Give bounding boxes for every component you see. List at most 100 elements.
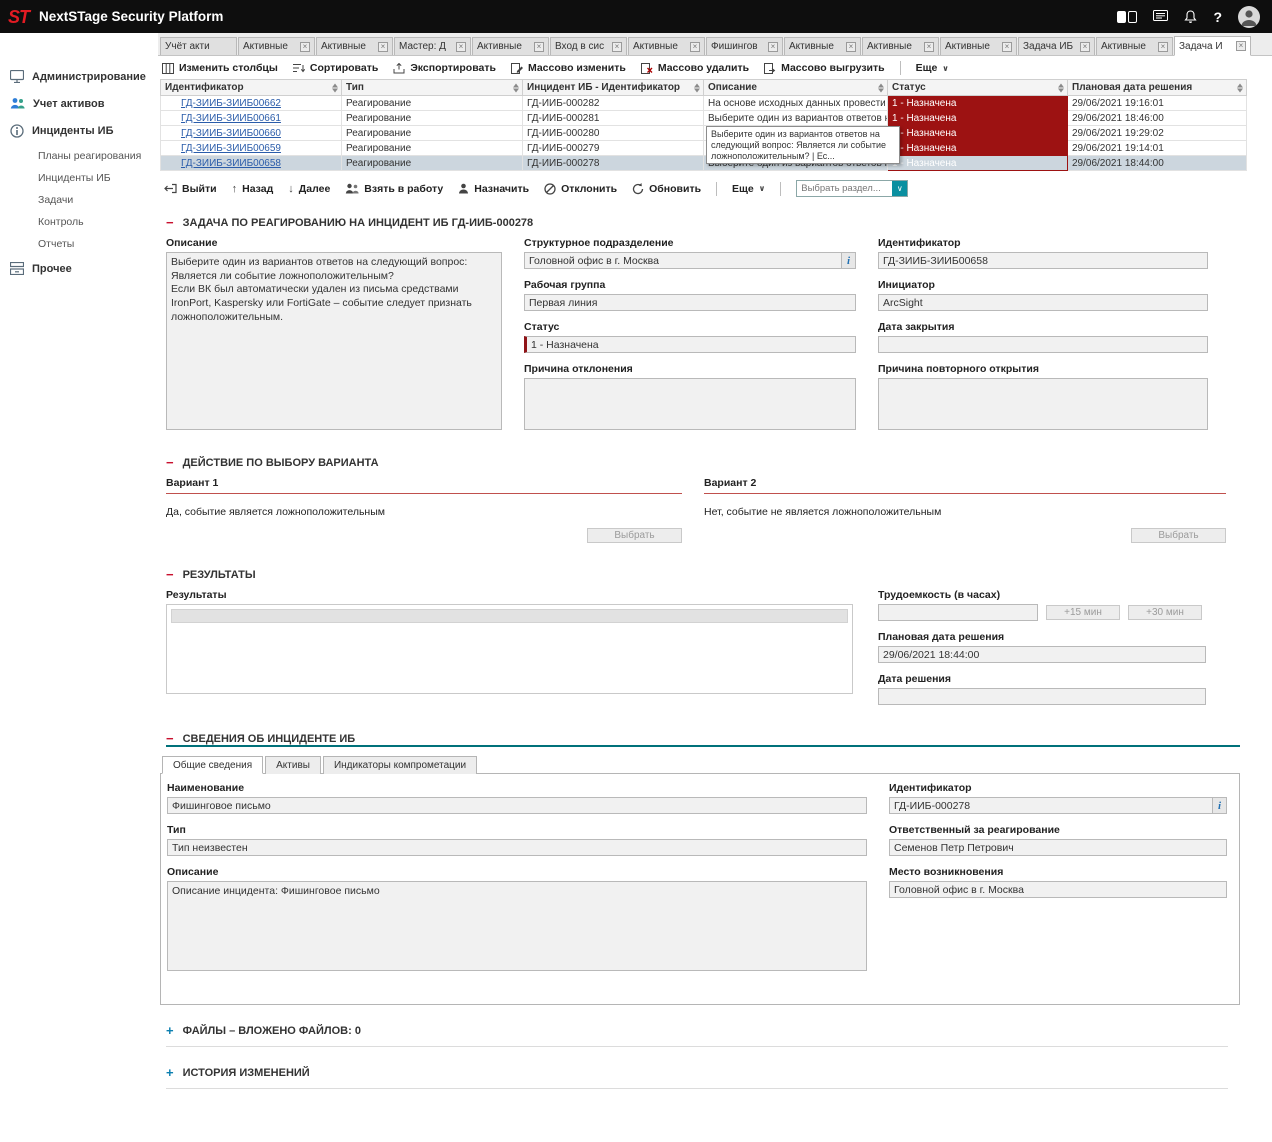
sidebar-item-administration[interactable]: Администрирование bbox=[0, 63, 158, 90]
incident-responsible-field[interactable] bbox=[889, 839, 1227, 856]
sort-arrows-icon[interactable] bbox=[332, 83, 338, 92]
column-header-incident[interactable]: Инцидент ИБ - Идентификатор bbox=[523, 80, 704, 96]
incident-id-field[interactable] bbox=[889, 797, 1227, 814]
task-id-field[interactable] bbox=[878, 252, 1208, 269]
planned-date-field[interactable] bbox=[878, 646, 1206, 663]
notifications-bell-icon[interactable] bbox=[1184, 10, 1197, 24]
take-to-work-button[interactable]: Взять в работу bbox=[345, 183, 443, 195]
unit-field[interactable] bbox=[524, 252, 856, 269]
sidebar-item-other[interactable]: Прочее bbox=[0, 255, 158, 282]
close-icon[interactable]: × bbox=[300, 42, 310, 52]
sidebar-item-tasks[interactable]: Задачи bbox=[0, 189, 158, 211]
bulk-delete-button[interactable]: Массово удалить bbox=[641, 62, 749, 74]
tab-assets[interactable]: Активы bbox=[265, 756, 321, 774]
close-icon[interactable]: × bbox=[612, 42, 622, 52]
table-row[interactable]: ГД-ЗИИБ-ЗИИБ00659 Реагирование ГД-ИИБ-00… bbox=[161, 141, 1247, 156]
task-description-field[interactable]: Выберите один из вариантов ответов на сл… bbox=[166, 252, 502, 430]
task-id-link[interactable]: ГД-ЗИИБ-ЗИИБ00662 bbox=[181, 98, 281, 109]
close-icon[interactable]: × bbox=[1080, 42, 1090, 52]
sort-arrows-icon[interactable] bbox=[694, 83, 700, 92]
incident-section-header[interactable]: − СВЕДЕНИЯ ОБ ИНЦИДЕНТЕ ИБ bbox=[166, 733, 1228, 745]
info-icon[interactable]: i bbox=[841, 253, 855, 268]
section-select[interactable]: Выбрать раздел... ∨ bbox=[796, 180, 908, 197]
results-editor[interactable] bbox=[166, 604, 853, 694]
collapse-plus-icon[interactable]: + bbox=[166, 1026, 174, 1036]
sort-arrows-icon[interactable] bbox=[1237, 83, 1243, 92]
initiator-field[interactable] bbox=[878, 294, 1208, 311]
collapse-minus-icon[interactable]: − bbox=[166, 218, 174, 228]
bulk-edit-button[interactable]: Массово изменить bbox=[511, 62, 626, 74]
close-icon[interactable]: × bbox=[690, 42, 700, 52]
variants-section-header[interactable]: − ДЕЙСТВИЕ ПО ВЫБОРУ ВАРИАНТА bbox=[166, 457, 1228, 469]
task-id-link[interactable]: ГД-ЗИИБ-ЗИИБ00659 bbox=[181, 143, 281, 154]
sort-arrows-icon[interactable] bbox=[878, 83, 884, 92]
tab-aktivnye-8[interactable]: Активные× bbox=[1096, 37, 1173, 55]
edit-columns-button[interactable]: Изменить столбцы bbox=[162, 62, 278, 74]
sort-arrows-icon[interactable] bbox=[1058, 83, 1064, 92]
tab-general-info[interactable]: Общие сведения bbox=[162, 756, 263, 774]
more-button[interactable]: Еще ∨ bbox=[916, 62, 949, 74]
table-row-selected[interactable]: ГД-ЗИИБ-ЗИИБ00658 Реагирование ГД-ИИБ-00… bbox=[161, 156, 1247, 171]
sidebar-item-incidents-list[interactable]: Инциденты ИБ bbox=[0, 167, 158, 189]
tab-indicators[interactable]: Индикаторы компрометации bbox=[323, 756, 477, 774]
incident-type-field[interactable] bbox=[167, 839, 867, 856]
close-icon[interactable]: × bbox=[1158, 42, 1168, 52]
add-30-min-button[interactable]: +30 мин bbox=[1128, 605, 1202, 620]
help-icon[interactable]: ? bbox=[1213, 9, 1222, 25]
close-icon[interactable]: × bbox=[456, 42, 466, 52]
table-row[interactable]: ГД-ЗИИБ-ЗИИБ00660 Реагирование ГД-ИИБ-00… bbox=[161, 126, 1247, 141]
collapse-minus-icon[interactable]: − bbox=[166, 458, 174, 468]
tab-ucht-aktivov[interactable]: Учёт акти bbox=[160, 37, 237, 55]
collapse-minus-icon[interactable]: − bbox=[166, 570, 174, 580]
close-icon[interactable]: × bbox=[846, 42, 856, 52]
task-id-link[interactable]: ГД-ЗИИБ-ЗИИБ00658 bbox=[181, 158, 281, 169]
close-icon[interactable]: × bbox=[768, 42, 778, 52]
sidebar-item-reports[interactable]: Отчеты bbox=[0, 233, 158, 255]
files-section-header[interactable]: + ФАЙЛЫ – ВЛОЖЕНО ФАЙЛОВ: 0 bbox=[166, 1025, 1228, 1047]
export-button[interactable]: Экспортировать bbox=[393, 62, 496, 74]
tab-aktivnye-3[interactable]: Активные× bbox=[472, 37, 549, 55]
sidebar-item-assets[interactable]: Учет активов bbox=[0, 90, 158, 117]
tab-aktivnye-6[interactable]: Активные× bbox=[862, 37, 939, 55]
incident-name-field[interactable] bbox=[167, 797, 867, 814]
refresh-button[interactable]: Обновить bbox=[632, 183, 701, 195]
collapse-minus-icon[interactable]: − bbox=[166, 734, 174, 744]
layout-toggle-icon[interactable] bbox=[1117, 11, 1137, 23]
column-header-due[interactable]: Плановая дата решения bbox=[1068, 80, 1247, 96]
column-header-id[interactable]: Идентификатор bbox=[161, 80, 342, 96]
table-row[interactable]: ГД-ЗИИБ-ЗИИБ00661 Реагирование ГД-ИИБ-00… bbox=[161, 111, 1247, 126]
decision-date-field[interactable] bbox=[878, 688, 1206, 705]
sidebar-item-incidents[interactable]: Инциденты ИБ bbox=[0, 117, 158, 145]
incident-location-field[interactable] bbox=[889, 881, 1227, 898]
tab-master[interactable]: Мастер: Д× bbox=[394, 37, 471, 55]
history-section-header[interactable]: + ИСТОРИЯ ИЗМЕНЕНИЙ bbox=[166, 1067, 1228, 1089]
table-row[interactable]: ГД-ЗИИБ-ЗИИБ00662 Реагирование ГД-ИИБ-00… bbox=[161, 96, 1247, 111]
assign-button[interactable]: Назначить bbox=[458, 183, 529, 195]
effort-field[interactable] bbox=[878, 604, 1038, 621]
info-icon[interactable]: i bbox=[1212, 798, 1226, 813]
tab-zadacha-ib-1[interactable]: Задача ИБ× bbox=[1018, 37, 1095, 55]
close-date-field[interactable] bbox=[878, 336, 1208, 353]
more-button[interactable]: Еще ∨ bbox=[732, 183, 765, 195]
close-icon[interactable]: × bbox=[534, 42, 544, 52]
reject-button[interactable]: Отклонить bbox=[544, 183, 617, 195]
status-field[interactable] bbox=[524, 336, 856, 353]
sort-button[interactable]: Сортировать bbox=[293, 62, 378, 74]
close-icon[interactable]: × bbox=[1236, 41, 1246, 51]
results-section-header[interactable]: − РЕЗУЛЬТАТЫ bbox=[166, 569, 1228, 581]
tab-fishingovoe[interactable]: Фишингов× bbox=[706, 37, 783, 55]
exit-button[interactable]: Выйти bbox=[164, 183, 217, 195]
back-button[interactable]: ↑ Назад bbox=[232, 183, 274, 195]
incident-description-field[interactable]: Описание инцидента: Фишинговое письмо bbox=[167, 881, 867, 971]
tab-vhod-v-sistemu[interactable]: Вход в сис× bbox=[550, 37, 627, 55]
messages-icon[interactable] bbox=[1153, 10, 1168, 23]
tab-aktivnye-4[interactable]: Активные× bbox=[628, 37, 705, 55]
reject-reason-field[interactable] bbox=[524, 378, 856, 430]
column-header-status[interactable]: Статус bbox=[888, 80, 1068, 96]
reopen-reason-field[interactable] bbox=[878, 378, 1208, 430]
choose-variant-1-button[interactable]: Выбрать bbox=[587, 528, 682, 543]
tab-aktivnye-7[interactable]: Активные× bbox=[940, 37, 1017, 55]
task-id-link[interactable]: ГД-ЗИИБ-ЗИИБ00660 bbox=[181, 128, 281, 139]
column-header-description[interactable]: Описание bbox=[704, 80, 888, 96]
tab-aktivnye-5[interactable]: Активные× bbox=[784, 37, 861, 55]
